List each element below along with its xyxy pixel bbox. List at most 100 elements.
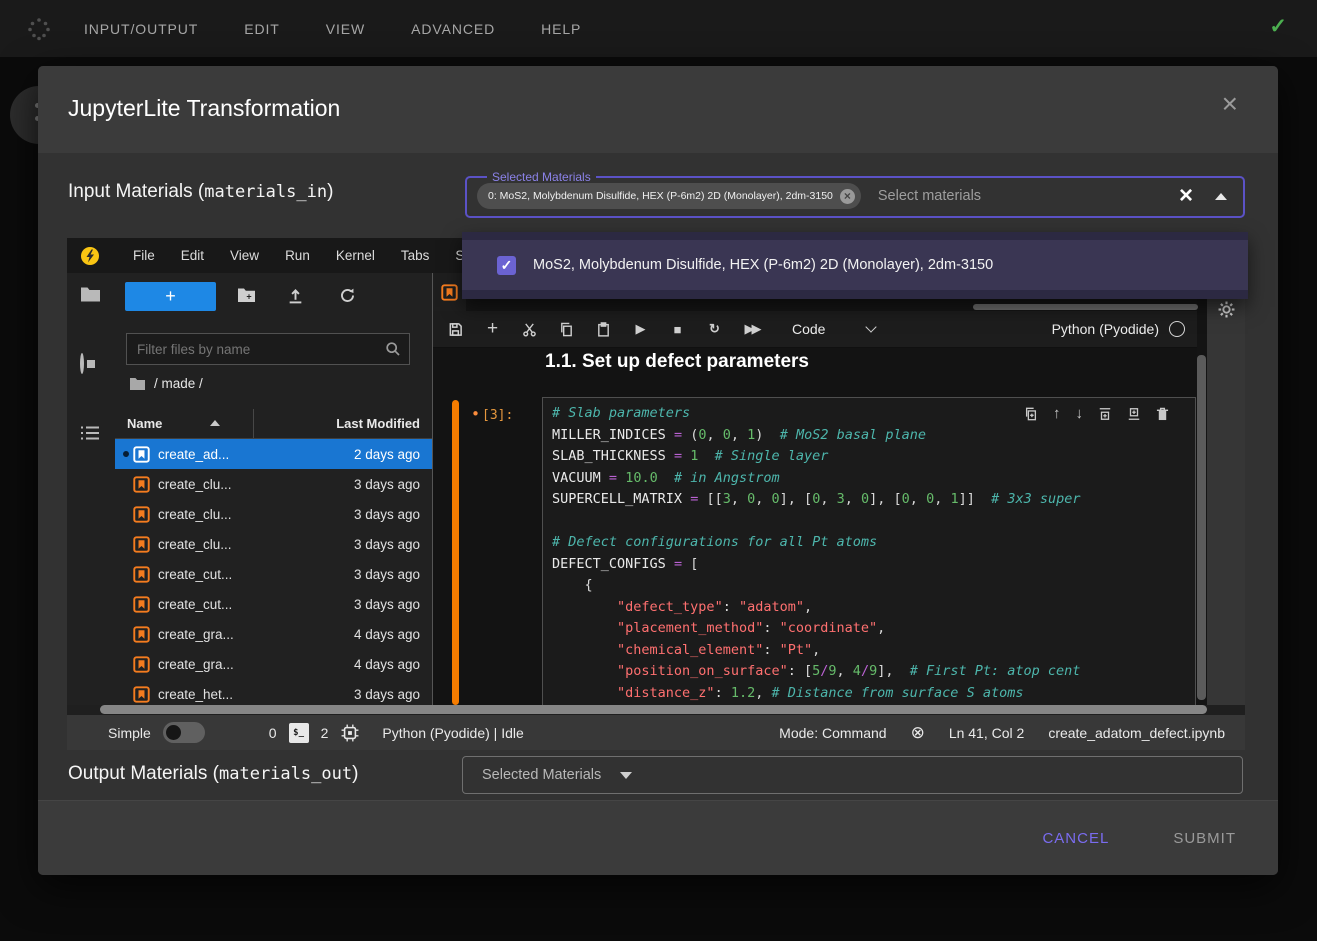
jupyter-menu-item[interactable]: Tabs	[388, 248, 443, 263]
paste-icon[interactable]	[595, 322, 612, 337]
app-menu-item[interactable]: ADVANCED	[411, 21, 495, 37]
app-menu-item[interactable]: HELP	[541, 21, 581, 37]
gear-icon[interactable]	[1218, 301, 1235, 318]
cell-collapser[interactable]	[452, 400, 459, 705]
breadcrumb[interactable]: / made /	[129, 376, 203, 391]
sort-asc-icon[interactable]	[210, 420, 220, 426]
kernel-picker[interactable]: Python (Pyodide)	[1052, 321, 1185, 337]
material-chip[interactable]: 0: MoS2, Molybdenum Disulfide, HEX (P-6m…	[477, 183, 861, 209]
cursor-position[interactable]: Ln 41, Col 2	[949, 725, 1025, 741]
file-row[interactable]: create_clu...3 days ago	[115, 529, 432, 559]
file-name: create_gra...	[158, 657, 234, 672]
file-modified: 4 days ago	[354, 627, 420, 642]
new-folder-icon[interactable]: +	[237, 287, 256, 303]
output-materials-select[interactable]: Selected Materials	[462, 756, 1243, 794]
kernel-status-icon	[1169, 321, 1185, 337]
materials-select-placeholder: Select materials	[878, 188, 981, 204]
trust-shield-icon[interactable]: ⊗	[911, 723, 925, 743]
cell-toolbar: ↑ ↓	[1024, 405, 1169, 422]
cell-type-select[interactable]: Code	[792, 321, 825, 337]
file-row[interactable]: create_clu...3 days ago	[115, 469, 432, 499]
file-row[interactable]: create_gra...4 days ago	[115, 619, 432, 649]
code-line: "position_on_surface": [5/9, 4/9], # Fir…	[552, 661, 1195, 683]
notebook-icon	[133, 686, 150, 703]
kernel-count[interactable]: 2	[321, 725, 329, 741]
notebook-file-icon	[133, 656, 150, 673]
jupyter-menu-item[interactable]: File	[120, 248, 168, 263]
file-name: create_clu...	[158, 507, 232, 522]
notebook-vertical-scrollbar[interactable]	[1197, 355, 1206, 700]
notebook-content: 1.1. Set up defect parameters •[3]: # Sl…	[433, 348, 1197, 705]
move-up-icon[interactable]: ↑	[1053, 405, 1061, 422]
file-row[interactable]: create_clu...3 days ago	[115, 499, 432, 529]
file-modified: 3 days ago	[354, 567, 420, 582]
file-row[interactable]: create_cut...3 days ago	[115, 589, 432, 619]
app-menu-item[interactable]: INPUT/OUTPUT	[84, 21, 198, 37]
column-last-modified[interactable]: Last Modified	[336, 416, 420, 431]
app-menu-item[interactable]: VIEW	[326, 21, 365, 37]
app-menu-item[interactable]: EDIT	[244, 21, 280, 37]
close-icon[interactable]: ×	[1222, 90, 1238, 118]
submit-button[interactable]: SUBMIT	[1167, 829, 1242, 848]
section-heading: 1.1. Set up defect parameters	[545, 351, 809, 373]
materials-select-field[interactable]: Selected Materials 0: MoS2, Molybdenum D…	[465, 170, 1245, 218]
insert-above-icon[interactable]	[1098, 407, 1112, 421]
chip-remove-icon[interactable]: ×	[840, 189, 855, 204]
upload-icon[interactable]	[287, 287, 304, 304]
kernel-status-text[interactable]: Python (Pyodide) | Idle	[382, 725, 523, 741]
run-icon[interactable]: ▶	[632, 321, 649, 337]
table-of-contents-tab[interactable]	[80, 425, 100, 441]
delete-cell-icon[interactable]	[1156, 407, 1169, 421]
notebook-file-icon	[133, 626, 150, 643]
file-row[interactable]: create_het...3 days ago	[115, 679, 432, 705]
cut-icon[interactable]	[521, 322, 538, 337]
jupyter-menu-item[interactable]: View	[217, 248, 272, 263]
code-editor[interactable]: # Slab parametersMILLER_INDICES = (0, 0,…	[542, 397, 1196, 705]
app-menu: INPUT/OUTPUT EDIT VIEW ADVANCED HELP	[84, 21, 581, 37]
notebook-file-icon	[133, 446, 150, 463]
file-row[interactable]: create_gra...4 days ago	[115, 649, 432, 679]
move-down-icon[interactable]: ↓	[1076, 405, 1084, 422]
notebook-right-gutter	[1207, 273, 1245, 705]
stop-icon[interactable]: ■	[669, 322, 686, 337]
terminal-count[interactable]: 0	[269, 725, 277, 741]
code-line: SUPERCELL_MATRIX = [[3, 0, 0], [0, 3, 0]…	[552, 489, 1195, 511]
cpu-icon	[341, 724, 359, 742]
jupyter-menu-item[interactable]: Edit	[168, 248, 217, 263]
save-icon[interactable]	[447, 322, 464, 337]
file-row[interactable]: create_cut...3 days ago	[115, 559, 432, 589]
insert-below-icon[interactable]	[1127, 407, 1141, 421]
running-kernels-tab[interactable]	[80, 355, 84, 373]
restart-kernel-icon[interactable]: ↻	[706, 321, 723, 337]
jupyter-menu-item[interactable]: Kernel	[323, 248, 388, 263]
notebook-file-icon	[133, 566, 150, 583]
simple-mode-toggle[interactable]	[163, 722, 205, 743]
clear-selection-icon[interactable]: ×	[1179, 184, 1193, 208]
restart-run-all-icon[interactable]: ▶▶	[743, 321, 760, 337]
copy-icon[interactable]	[558, 322, 575, 337]
jupyter-menu-item[interactable]: Run	[272, 248, 323, 263]
column-name[interactable]: Name	[127, 416, 162, 431]
mode-indicator: Mode: Command	[779, 725, 886, 741]
success-check-icon: ✓	[1269, 14, 1287, 39]
materials-dropdown-menu: ✓ MoS2, Molybdenum Disulfide, HEX (P-6m2…	[462, 232, 1248, 299]
new-launcher-button[interactable]: +	[125, 282, 216, 311]
duplicate-cell-icon[interactable]	[1024, 407, 1038, 421]
refresh-icon[interactable]	[339, 287, 356, 304]
file-browser-tab[interactable]	[80, 286, 101, 303]
chevron-down-icon[interactable]	[866, 321, 877, 332]
add-cell-icon[interactable]: +	[484, 318, 501, 340]
material-option[interactable]: ✓ MoS2, Molybdenum Disulfide, HEX (P-6m2…	[462, 240, 1248, 290]
cancel-button[interactable]: CANCEL	[1036, 829, 1115, 848]
checkbox-checked-icon[interactable]: ✓	[497, 256, 516, 275]
filter-files-input[interactable]	[127, 341, 385, 358]
file-modified: 3 days ago	[354, 537, 420, 552]
horizontal-scrollbar[interactable]	[67, 705, 1245, 715]
file-row[interactable]: create_ad...2 days ago	[115, 439, 432, 469]
code-line: MILLER_INDICES = (0, 0, 1) # MoS2 basal …	[552, 425, 1195, 447]
material-chip-label: 0: MoS2, Molybdenum Disulfide, HEX (P-6m…	[488, 190, 833, 202]
collapse-caret-icon[interactable]	[1215, 193, 1227, 200]
tabbar-scrollbar[interactable]	[973, 304, 1198, 310]
page: INPUT/OUTPUTEDITVIEWADVANCEDHELP ✓ Jupyt…	[0, 0, 1317, 941]
code-line: VACUUM = 10.0 # in Angstrom	[552, 468, 1195, 490]
